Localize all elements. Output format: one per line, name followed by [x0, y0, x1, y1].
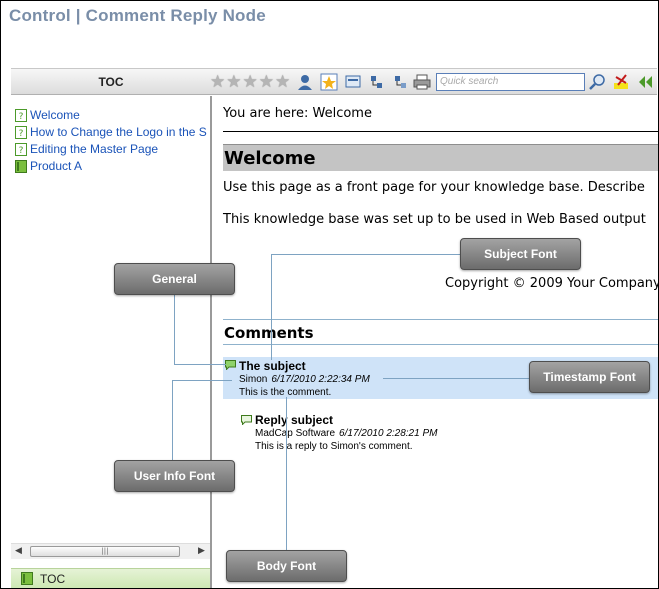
subject-font-leader-line [271, 254, 272, 360]
intro-paragraph: Use this page as a front page for your k… [223, 180, 645, 195]
callout-general: General [114, 263, 235, 295]
topic-heading-bar: Welcome [223, 144, 658, 171]
toc-item-label: Welcome [30, 108, 80, 122]
topic-icon: ? [15, 108, 27, 122]
callout-body-font: Body Font [226, 550, 347, 582]
toc-item-welcome[interactable]: ? Welcome [15, 107, 80, 123]
user-info-font-leader-line [172, 380, 232, 381]
reply-timestamp: 6/17/2010 2:28:21 PM [339, 428, 438, 439]
star-icon[interactable]: ★ [226, 72, 241, 92]
user-info-font-leader-line [172, 380, 173, 462]
toc-pane: ? Welcome ? How to Change the Logo in th… [11, 96, 212, 588]
toc-item-editing-master-page[interactable]: ? Editing the Master Page [15, 141, 158, 157]
reply-user-info: MadCap Software 6/17/2010 2:28:21 PM [255, 428, 437, 439]
tab-toc-bottom[interactable]: TOC [11, 568, 210, 588]
breadcrumb-divider [223, 131, 658, 132]
book-icon [21, 572, 33, 585]
topic-icon: ? [15, 142, 27, 156]
callout-user-info-font: User Info Font [114, 460, 235, 492]
toc-item-product-a[interactable]: Product A [15, 158, 82, 174]
page-title: Control | Comment Reply Node [9, 6, 266, 25]
expand-all-icon[interactable] [368, 73, 386, 91]
comments-divider [223, 344, 658, 345]
comment-user-info: Simon 6/17/2010 2:22:34 PM [239, 374, 370, 385]
topic-heading: Welcome [224, 148, 316, 169]
callout-subject-font: Subject Font [460, 238, 581, 270]
tab-toc-bottom-label: TOC [40, 572, 66, 586]
body-font-leader-line [286, 397, 287, 551]
subject-font-leader-line [271, 254, 461, 255]
timestamp-font-leader-line [383, 378, 530, 379]
svg-text:?: ? [19, 112, 24, 122]
general-leader-line [174, 294, 175, 365]
reply-comment-icon [241, 415, 252, 425]
comments-heading: Comments [224, 324, 314, 342]
toc-item-label: Product A [30, 159, 83, 173]
callout-timestamp-font: Timestamp Font [529, 361, 650, 393]
hide-navigation-icon[interactable] [636, 73, 654, 91]
svg-text:?: ? [19, 146, 24, 156]
comment-user: Simon [239, 374, 268, 385]
scroll-right-icon[interactable]: ▶ [198, 546, 205, 556]
breadcrumb: You are here: Welcome [223, 106, 372, 121]
comment-timestamp: 6/17/2010 2:22:34 PM [271, 374, 370, 385]
star-icon[interactable]: ★ [243, 72, 258, 92]
search-icon[interactable] [588, 73, 606, 91]
comments-divider-top [223, 319, 658, 320]
reply-user: MadCap Software [255, 428, 336, 439]
copyright-text: Copyright © 2009 Your Company [445, 276, 658, 291]
collapse-all-icon[interactable] [392, 73, 410, 91]
tab-toc[interactable]: TOC [11, 69, 211, 95]
horizontal-scrollbar[interactable]: ◀ ||| ▶ [11, 543, 210, 559]
info-paragraph: This knowledge base was set up to be use… [223, 212, 646, 227]
scroll-left-icon[interactable]: ◀ [15, 546, 22, 556]
comment-subject: The subject [239, 359, 306, 373]
rating-stars[interactable]: ★ ★ ★ ★ ★ [210, 72, 290, 92]
toc-item-label: Editing the Master Page [30, 142, 159, 156]
toc-item-change-logo[interactable]: ? How to Change the Logo in the S [15, 124, 210, 140]
topic-icon: ? [15, 125, 27, 139]
star-icon[interactable]: ★ [275, 72, 290, 92]
toc-item-label: How to Change the Logo in the S [30, 125, 207, 139]
star-icon[interactable]: ★ [259, 72, 274, 92]
print-icon[interactable] [413, 73, 431, 91]
remove-highlight-icon[interactable] [612, 73, 630, 91]
reply-body: This is a reply to Simon's comment. [255, 441, 413, 452]
toolbar: TOC ★ ★ ★ ★ ★ Quick search [11, 68, 657, 95]
svg-text:?: ? [19, 129, 24, 139]
general-leader-line [174, 364, 226, 365]
topic-content: You are here: Welcome Welcome Use this p… [214, 96, 658, 588]
quick-search-input[interactable]: Quick search [436, 73, 585, 91]
user-profile-icon[interactable] [296, 73, 314, 91]
reply-subject: Reply subject [255, 413, 334, 427]
book-icon [15, 159, 27, 173]
scrollbar-thumb[interactable]: ||| [30, 546, 180, 557]
favorites-icon[interactable] [320, 73, 338, 91]
star-icon[interactable]: ★ [210, 72, 225, 92]
browse-sequence-icon[interactable] [344, 73, 362, 91]
comment-icon [225, 360, 236, 370]
